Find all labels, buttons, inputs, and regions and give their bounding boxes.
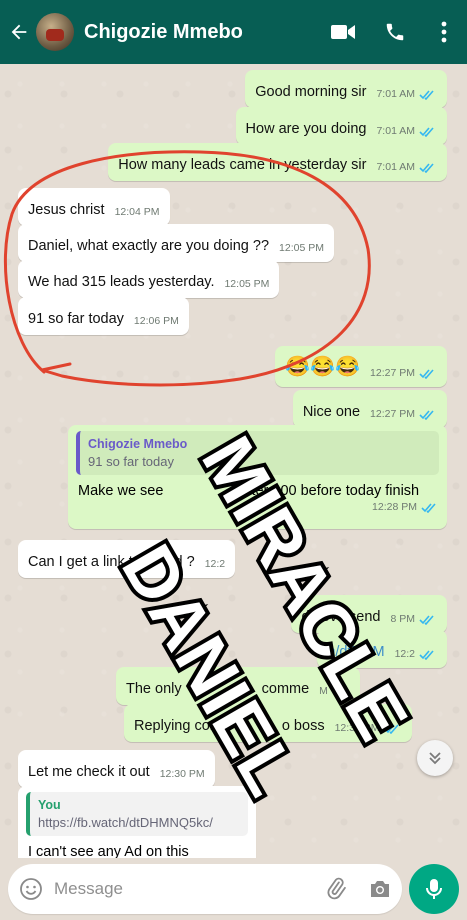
message-input[interactable]	[54, 879, 314, 899]
mic-icon	[426, 879, 442, 899]
message-time: 12:2	[204, 558, 226, 570]
quoted-sender: You	[38, 798, 61, 812]
message-time: 12:27 PM	[370, 357, 437, 379]
message-text: d nova send	[301, 609, 381, 625]
message-bubble[interactable]: Nice one 12:27 PM	[292, 390, 447, 428]
back-button[interactable]	[4, 0, 34, 64]
reply-message-bubble[interactable]: You https://fb.watch/dtDHMNQ5kc/ I can't…	[18, 786, 256, 858]
message-link[interactable]: h/dtDHM	[327, 644, 384, 660]
message-time: 12:2	[395, 638, 437, 660]
message-time: 7:01 AM	[376, 115, 437, 137]
message-text: Nice one	[302, 404, 361, 420]
message-bubble[interactable]: 91 so far today 12:06 PM	[18, 297, 189, 335]
menu-button[interactable]	[421, 0, 467, 64]
message-text: Make we see ter 400 before today finish	[78, 483, 420, 499]
double-check-icon	[419, 89, 434, 100]
message-text: 91 so far today	[28, 311, 124, 327]
phone-icon	[386, 23, 404, 41]
paperclip-icon	[327, 877, 346, 900]
message-text: Good morning sir	[255, 84, 367, 100]
message-time: 12:04 PM	[114, 206, 160, 218]
message-bubble[interactable]: The only comme M	[116, 667, 360, 705]
message-text: Daniel, what exactly are you doing ??	[28, 238, 270, 254]
message-time: M	[319, 675, 350, 697]
message-input-container	[8, 864, 402, 914]
emoji-message-text: 😂😂😂	[285, 356, 361, 378]
message-bubble[interactable]: Good morning sir 7:01 AM	[245, 70, 447, 108]
message-text: How are you doing	[245, 121, 367, 137]
message-text: Can I get a link to Ad ?	[28, 554, 195, 570]
message-text: The only comme	[126, 681, 310, 697]
message-bubble[interactable]: Jesus christ 12:04 PM	[18, 188, 170, 226]
message-bubble[interactable]: h/dtDHM 12:2	[317, 630, 447, 668]
emoji-icon	[20, 878, 42, 900]
message-time: 12:28 PM	[76, 501, 439, 513]
double-check-icon	[419, 162, 434, 173]
double-check-icon	[383, 723, 399, 734]
emoji-button[interactable]	[8, 877, 54, 901]
double-check-icon	[419, 126, 434, 137]
message-time: 12:05 PM	[279, 242, 324, 254]
contact-name[interactable]: Chigozie Mmebo	[84, 21, 317, 44]
message-text: I can't see any Ad on this	[28, 844, 189, 858]
message-text: Let me check it out	[28, 764, 150, 780]
scroll-down-button[interactable]	[417, 740, 453, 776]
message-bubble[interactable]: Daniel, what exactly are you doing ?? 12…	[18, 224, 334, 262]
message-bubble[interactable]: We had 315 leads yesterday. 12:05 PM	[18, 260, 280, 298]
message-time: 12:30 PM	[335, 712, 402, 734]
double-check-icon	[332, 686, 347, 697]
mic-button[interactable]	[409, 864, 459, 914]
quoted-text: https://fb.watch/dtDHMNQ5kc/	[38, 815, 213, 830]
quoted-message[interactable]: Chigozie Mmebo 91 so far today	[76, 431, 439, 475]
message-bubble[interactable]: 😂😂😂 12:27 PM	[275, 346, 447, 387]
double-check-icon	[419, 614, 434, 625]
quoted-text: 91 so far today	[88, 454, 174, 469]
attach-button[interactable]	[314, 877, 358, 901]
message-bubble[interactable]: How many leads came in yesterday sir 7:0…	[108, 143, 447, 181]
camera-icon	[371, 881, 389, 897]
more-vertical-icon	[441, 21, 447, 43]
message-bubble[interactable]: Can I get a link to Ad ? 12:2	[18, 540, 236, 578]
message-text: Jesus christ	[28, 202, 105, 218]
message-text: We had 315 leads yesterday.	[28, 274, 215, 290]
message-time: 7:01 AM	[376, 78, 437, 100]
message-time: 12:27 PM	[370, 398, 437, 420]
video-call-button[interactable]	[317, 0, 369, 64]
message-time: 12:06 PM	[133, 315, 179, 327]
double-check-icon	[419, 409, 434, 420]
quoted-sender: Chigozie Mmebo	[88, 437, 188, 451]
camera-button[interactable]	[358, 878, 402, 900]
message-text: Replying com o boss	[134, 718, 325, 734]
message-time: 12:05 PM	[224, 278, 270, 290]
message-time: 8 PM	[390, 603, 437, 625]
reply-message-bubble[interactable]: Chigozie Mmebo 91 so far today Make we s…	[68, 425, 447, 529]
message-bubble[interactable]: Replying com o boss 12:30 PM	[124, 704, 412, 742]
message-bubble[interactable]: Let me check it out 12:30 PM	[18, 750, 215, 788]
arrow-left-icon	[11, 24, 27, 40]
voice-call-button[interactable]	[369, 0, 421, 64]
quoted-message[interactable]: You https://fb.watch/dtDHMNQ5kc/	[26, 792, 248, 836]
message-bubble[interactable]: How are you doing 7:01 AM	[235, 107, 447, 145]
message-time: 12:30 PM	[159, 768, 205, 780]
message-bubble[interactable]: d nova send 8 PM	[291, 595, 447, 633]
chat-area[interactable]: Good morning sir 7:01 AM How are you doi…	[0, 64, 467, 858]
avatar[interactable]	[36, 13, 74, 51]
message-text: How many leads came in yesterday sir	[118, 157, 367, 173]
double-check-icon	[419, 368, 434, 379]
double-chevron-down-icon	[429, 752, 441, 765]
double-check-icon	[419, 649, 434, 660]
video-call-icon	[331, 25, 355, 39]
chat-header: Chigozie Mmebo	[0, 0, 467, 64]
double-check-icon	[421, 502, 436, 513]
input-bar	[0, 858, 467, 920]
message-time: 7:01 AM	[376, 151, 437, 173]
